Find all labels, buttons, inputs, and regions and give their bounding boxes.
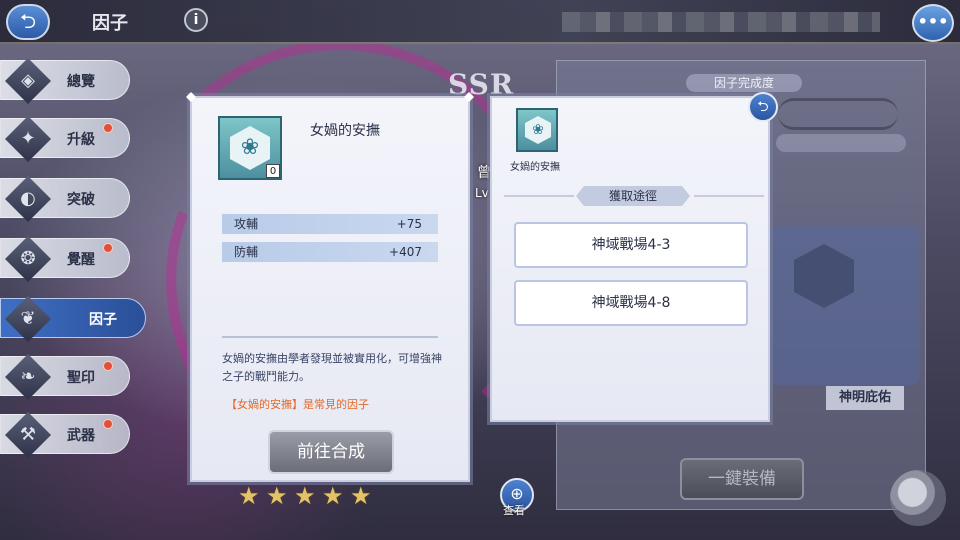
sidebar-item[interactable]: ◐ 突破 — [0, 176, 130, 222]
factor-detail-card: ❀ 0 女媧的安撫 攻輔 +75 防輔 +407 女媧的安撫由學者發現並被實用化… — [186, 92, 474, 482]
factor-mini-name: 女媧的安撫 — [510, 162, 560, 173]
breakthrough-icon: ◐ — [5, 176, 51, 222]
notification-badge — [103, 361, 113, 371]
header-divider — [694, 195, 764, 197]
source-stage-button[interactable]: 神域戰場4-8 — [514, 280, 748, 326]
star-icon: ★ — [322, 482, 344, 510]
stat-label: 防輔 — [234, 245, 259, 259]
top-bar: ⮌ 因子 i ••• — [0, 0, 960, 44]
character-info-text: 曾 — [477, 165, 491, 181]
sidebar-item[interactable]: ◈ 總覽 — [0, 58, 130, 104]
sidebar-item[interactable]: ❧ 聖印 — [0, 354, 130, 400]
owned-count: 0 — [266, 164, 280, 178]
stat-label: 攻輔 — [234, 217, 259, 231]
seal-icon: ❧ — [5, 354, 51, 400]
awaken-icon: ❂ — [5, 236, 51, 282]
acquisition-header: 獲取途徑 — [576, 186, 690, 206]
back-arrow-icon: ⮌ — [19, 9, 37, 33]
equip-all-button[interactable]: 一鍵裝備 — [680, 458, 804, 500]
stat-value: +407 — [389, 245, 422, 259]
sidebar-item[interactable]: ❦ 因子 — [0, 296, 146, 342]
chat-button[interactable]: ••• — [912, 4, 954, 42]
zoom-icon: ⊕ — [510, 484, 524, 503]
section-divider — [222, 336, 438, 338]
sidebar-item-label: 因子 — [89, 312, 117, 328]
sidebar-item-label: 覺醒 — [67, 252, 95, 268]
go-synthesize-button[interactable]: 前往合成 — [268, 430, 394, 474]
divine-blessing-label: 神明庇佑 — [826, 386, 904, 410]
factor-completion-label: 因子完成度 — [686, 74, 802, 92]
star-icon: ★ — [238, 482, 260, 510]
dna-helix-icon — [778, 98, 898, 130]
rarity-note: 【女媧的安撫】是常見的因子 — [226, 398, 369, 411]
factor-mini-icon-frame: ❀ — [516, 108, 558, 152]
sidebar-item-label: 武器 — [67, 428, 95, 444]
redacted-currency-bar — [562, 12, 880, 32]
completion-bar — [776, 134, 906, 152]
factor-description: 女媧的安撫由學者發現並被實用化，可增強神之子的戰鬥能力。 — [222, 352, 442, 383]
floating-assist-button[interactable] — [890, 470, 946, 526]
lotus-icon: ❀ — [230, 126, 270, 170]
sidebar-item-label: 聖印 — [67, 370, 95, 386]
stat-row: 攻輔 +75 — [222, 214, 438, 234]
sidebar-item-label: 總覽 — [67, 74, 95, 90]
star-icon: ★ — [350, 482, 372, 510]
back-button[interactable]: ⮌ — [6, 4, 50, 40]
header-divider — [504, 195, 574, 197]
stat-row: 防輔 +407 — [222, 242, 438, 262]
notification-badge — [103, 419, 113, 429]
sidebar-item[interactable]: ⚒ 武器 — [0, 412, 130, 458]
view-label: 查看 — [503, 504, 525, 517]
close-button[interactable]: ⮌ — [748, 92, 778, 122]
sidebar-item[interactable]: ❂ 覺醒 — [0, 236, 130, 282]
factor-icon-frame[interactable]: ❀ 0 — [218, 116, 282, 180]
overview-icon: ◈ — [5, 58, 51, 104]
star-icon: ★ — [266, 482, 288, 510]
return-arrow-icon: ⮌ — [757, 99, 769, 115]
source-stage-button[interactable]: 神域戰場4-3 — [514, 222, 748, 268]
acquisition-card: ❀ 女媧的安撫 獲取途徑 神域戰場4-3 神域戰場4-8 ⮌ — [490, 92, 778, 422]
sidebar-item-label: 突破 — [67, 192, 95, 208]
weapon-icon: ⚒ — [5, 412, 51, 458]
sidebar-item[interactable]: ✦ 升級 — [0, 116, 130, 162]
page-title: 因子 — [92, 13, 128, 34]
notification-badge — [103, 123, 113, 133]
lotus-icon: ❀ — [525, 116, 551, 144]
factor-icon: ❦ — [5, 296, 51, 342]
star-icon: ★ — [294, 482, 316, 510]
character-level-label: Lv — [475, 186, 489, 200]
sidebar-item-label: 升級 — [67, 132, 95, 148]
factor-slot-frame — [770, 225, 920, 385]
rarity-stars: ★ ★ ★ ★ ★ — [238, 482, 382, 512]
upgrade-icon: ✦ — [5, 116, 51, 162]
chat-bubble-icon: ••• — [917, 12, 949, 31]
factor-name: 女媧的安撫 — [310, 123, 380, 139]
info-icon[interactable]: i — [184, 8, 208, 32]
stat-value: +75 — [396, 217, 422, 231]
notification-badge — [103, 243, 113, 253]
